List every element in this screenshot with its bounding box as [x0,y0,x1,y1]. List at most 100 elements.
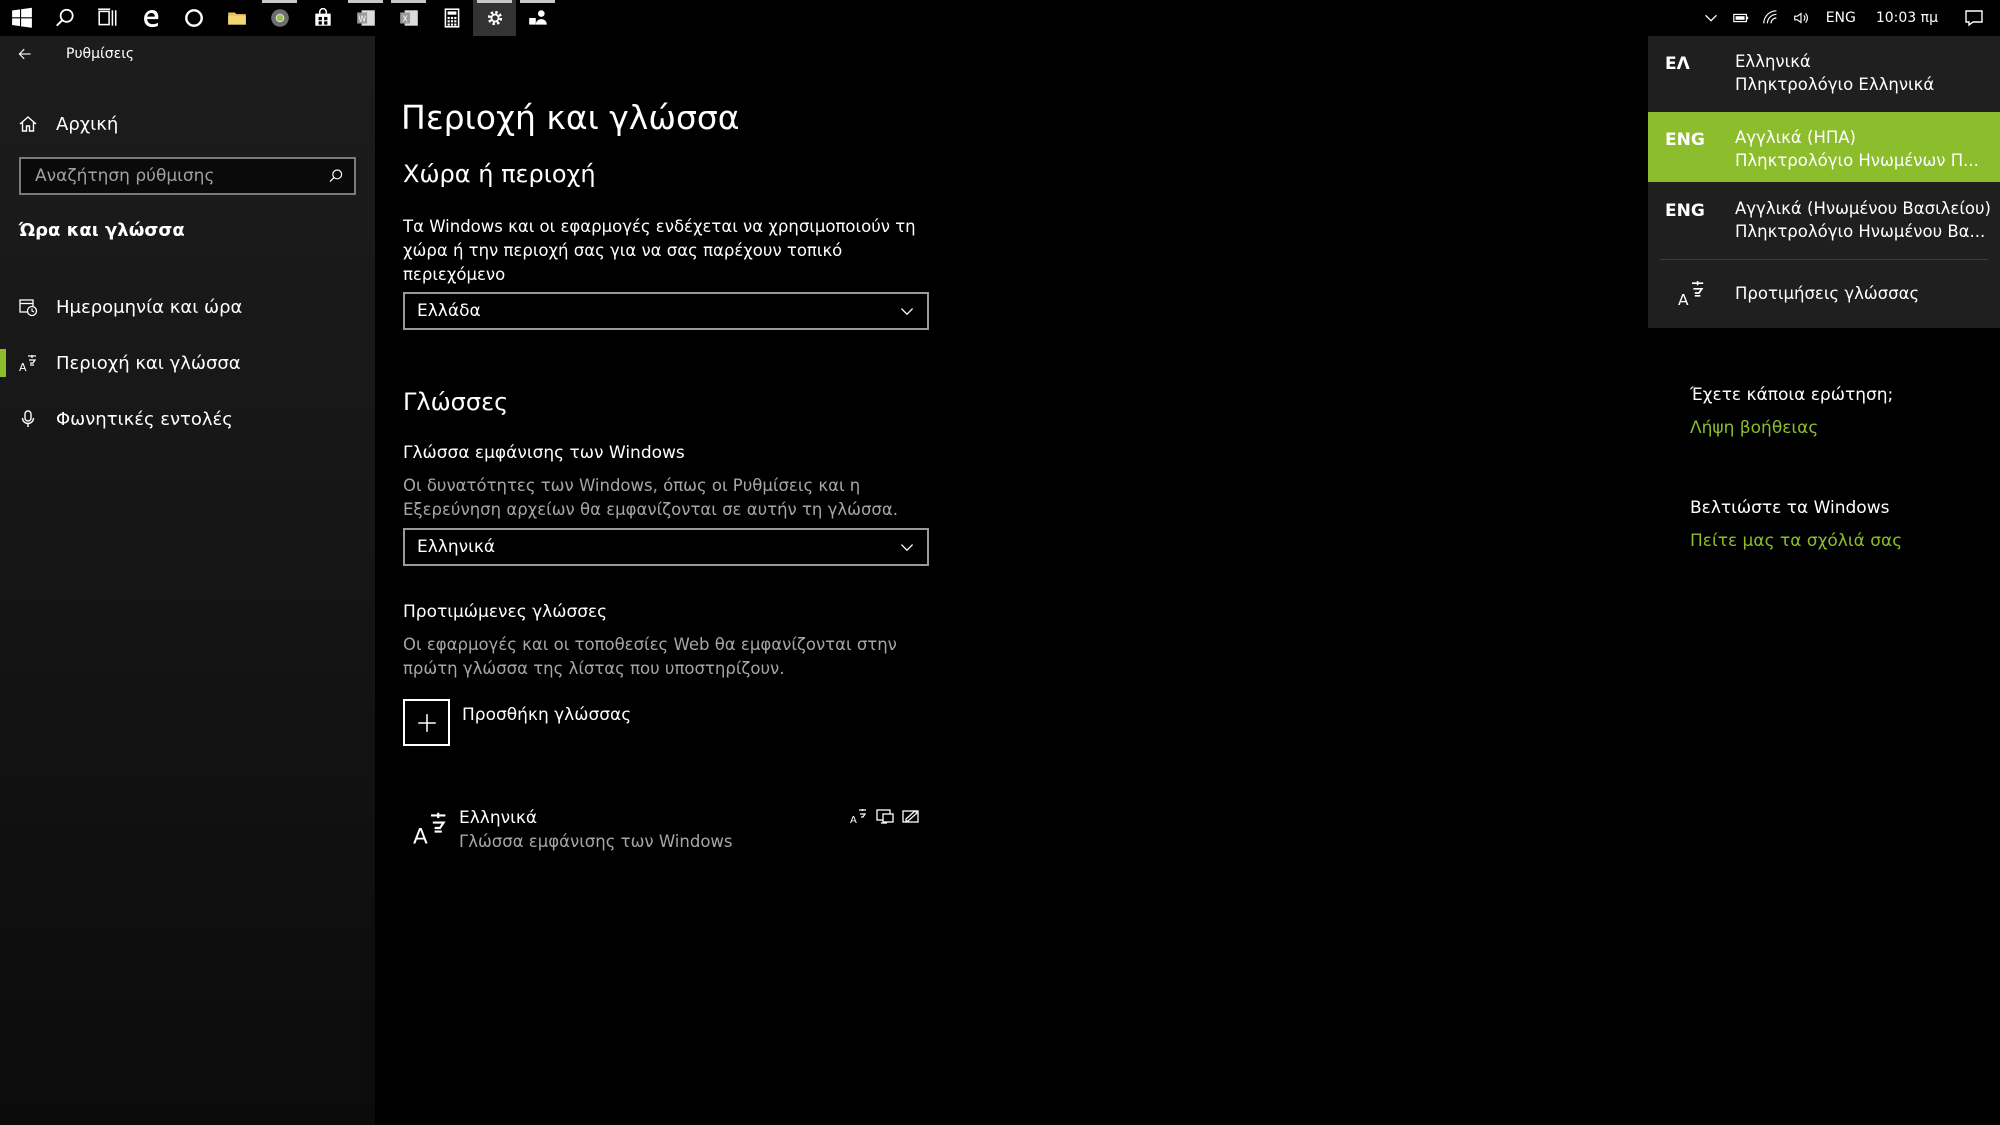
language-preferences-label: Προτιμήσεις γλώσσας [1735,283,1920,303]
taskbar-word[interactable]: W [344,0,387,36]
settings-search[interactable] [19,157,356,195]
language-code: ΕΛ [1665,54,1690,74]
volume-button[interactable] [1786,0,1816,36]
display-language-dropdown[interactable]: Ελληνικά [403,528,929,566]
taskbar-calculator[interactable] [430,0,473,36]
edge-browser-icon [143,9,158,28]
clock[interactable]: 10:03 πμ [1866,10,1948,26]
flyout-language-item[interactable]: ΕΛ Ελληνικά Πληκτρολόγιο Ελληνικά [1648,36,2000,106]
network-button[interactable] [1756,0,1786,36]
nav-item-label: Περιοχή και γλώσσα [56,352,241,374]
task-view-icon [97,8,116,26]
nav-item-date-time[interactable]: Ημερομηνία και ώρα [0,285,375,329]
get-help-link[interactable]: Λήψη βοήθειας [1690,418,1818,438]
language-preferences-link[interactable]: A Προτιμήσεις γλώσσας [1648,262,2000,324]
taskbar-file-explorer[interactable] [215,0,258,36]
svg-text:A: A [413,824,428,846]
display-language-label: Γλώσσα εμφάνισης των Windows [403,443,685,463]
window-title: Ρυθμίσεις [66,46,135,62]
flyout-language-item-selected[interactable]: ENG Αγγλικά (ΗΠΑ) Πληκτρολόγιο Ηνωμένων … [1648,112,2000,182]
back-button[interactable] [0,36,50,72]
taskbar-chrome[interactable] [258,0,301,36]
nav-item-region-language[interactable]: A Περιοχή και γλώσσα [0,341,375,385]
nav-item-label: Φωνητικές εντολές [56,408,233,430]
people-icon [528,10,547,25]
help-question: Έχετε κάποια ερώτηση; [1690,385,1894,405]
handwriting-icon [902,810,919,823]
taskbar-settings[interactable] [473,0,516,36]
language-features: A [849,806,921,826]
word-icon: W [356,10,375,26]
battery-icon [1732,13,1748,23]
taskbar-edge[interactable] [129,0,172,36]
cortana-icon [184,9,203,27]
language-name: Αγγλικά (Ηνωμένου Βασιλείου) [1735,199,1991,218]
display-language-value: Ελληνικά [417,537,496,557]
settings-content: Περιοχή και γλώσσα Χώρα ή περιοχή Τα Win… [375,36,1650,1125]
microphone-icon [21,410,35,427]
start-button[interactable] [0,0,43,36]
chevron-up-icon [1704,14,1717,22]
language-icon: A [413,812,446,846]
notification-icon [1965,10,1983,27]
show-hidden-icons-button[interactable] [1696,0,1726,36]
language-code: ENG [1665,130,1705,150]
settings-gear-icon [487,10,502,26]
battery-button[interactable] [1726,0,1756,36]
language-pack-icon: A [850,809,867,826]
store-icon [314,7,331,26]
display-language-description: Οι δυνατότητες των Windows, όπως οι Ρυθμ… [403,476,899,519]
speaker-icon [1793,12,1808,24]
nav-section-header: Ώρα και γλώσσα [19,220,185,241]
input-language-indicator[interactable]: ENG [1816,10,1866,26]
flyout-language-item[interactable]: ENG Αγγλικά (Ηνωμένου Βασιλείου) Πληκτρο… [1648,183,2000,253]
nav-home-label: Αρχική [56,113,119,135]
search-icon [329,169,343,183]
language-subtitle: Γλώσσα εμφάνισης των Windows [459,832,733,851]
country-region-dropdown[interactable]: Ελλάδα [403,292,929,330]
country-region-value: Ελλάδα [417,301,481,321]
language-name: Ελληνικά [459,808,538,828]
taskbar-search-button[interactable] [43,0,86,36]
task-view-button[interactable] [86,0,129,36]
flyout-divider [1660,259,1988,260]
wifi-icon [1762,10,1777,24]
svg-text:A: A [850,815,857,826]
language-name: Ελληνικά [1735,52,1811,71]
taskbar-store[interactable] [301,0,344,36]
search-icon [55,8,74,27]
preferred-languages-label: Προτιμώμενες γλώσσες [403,602,608,622]
svg-text:A: A [19,361,27,373]
language-list-item[interactable]: A Ελληνικά Γλώσσα εμφάνισης των Windows … [403,804,929,864]
nav-item-label: Ημερομηνία και ώρα [56,296,243,318]
svg-text:W: W [358,14,366,23]
settings-sidebar: Ρυθμίσεις Αρχική Ώρα και γλώσσα Ημερομην… [0,36,375,1125]
language-icon: A [1678,281,1703,307]
chrome-icon [270,9,289,27]
keyboard-layout: Πληκτρολόγιο Ηνωμένου Βα... [1735,222,1986,241]
add-language-button[interactable]: Προσθήκη γλώσσας [403,699,631,746]
settings-search-input[interactable] [33,165,328,187]
display-language-icon [876,809,894,824]
nav-home[interactable]: Αρχική [0,104,375,144]
taskbar: W X ENG 10:03 πμ [0,0,2000,36]
nav-item-speech[interactable]: Φωνητικές εντολές [0,397,375,441]
action-center-button[interactable] [1948,0,2000,36]
taskbar-cortana[interactable] [172,0,215,36]
calculator-icon [444,8,459,28]
page-title: Περιοχή και γλώσσα [401,98,740,137]
taskbar-apps: W X [0,0,559,36]
add-language-plus [403,699,450,746]
taskbar-excel[interactable]: X [387,0,430,36]
region-description: Τα Windows και οι εφαρμογές ενδέχεται να… [403,217,916,284]
language-icon: A [19,355,37,373]
taskbar-people[interactable] [516,0,559,36]
feedback-link[interactable]: Πείτε μας τα σχόλιά σας [1690,531,1902,551]
region-heading: Χώρα ή περιοχή [403,160,596,188]
keyboard-layout: Πληκτρολόγιο Ηνωμένων Π... [1735,151,1979,170]
preferred-languages-description: Οι εφαρμογές και οι τοποθεσίες Web θα εμ… [403,635,897,678]
add-language-label: Προσθήκη γλώσσας [462,705,632,725]
file-explorer-icon [227,12,246,25]
system-tray: ENG 10:03 πμ [1696,0,2000,36]
language-code: ENG [1665,201,1705,221]
